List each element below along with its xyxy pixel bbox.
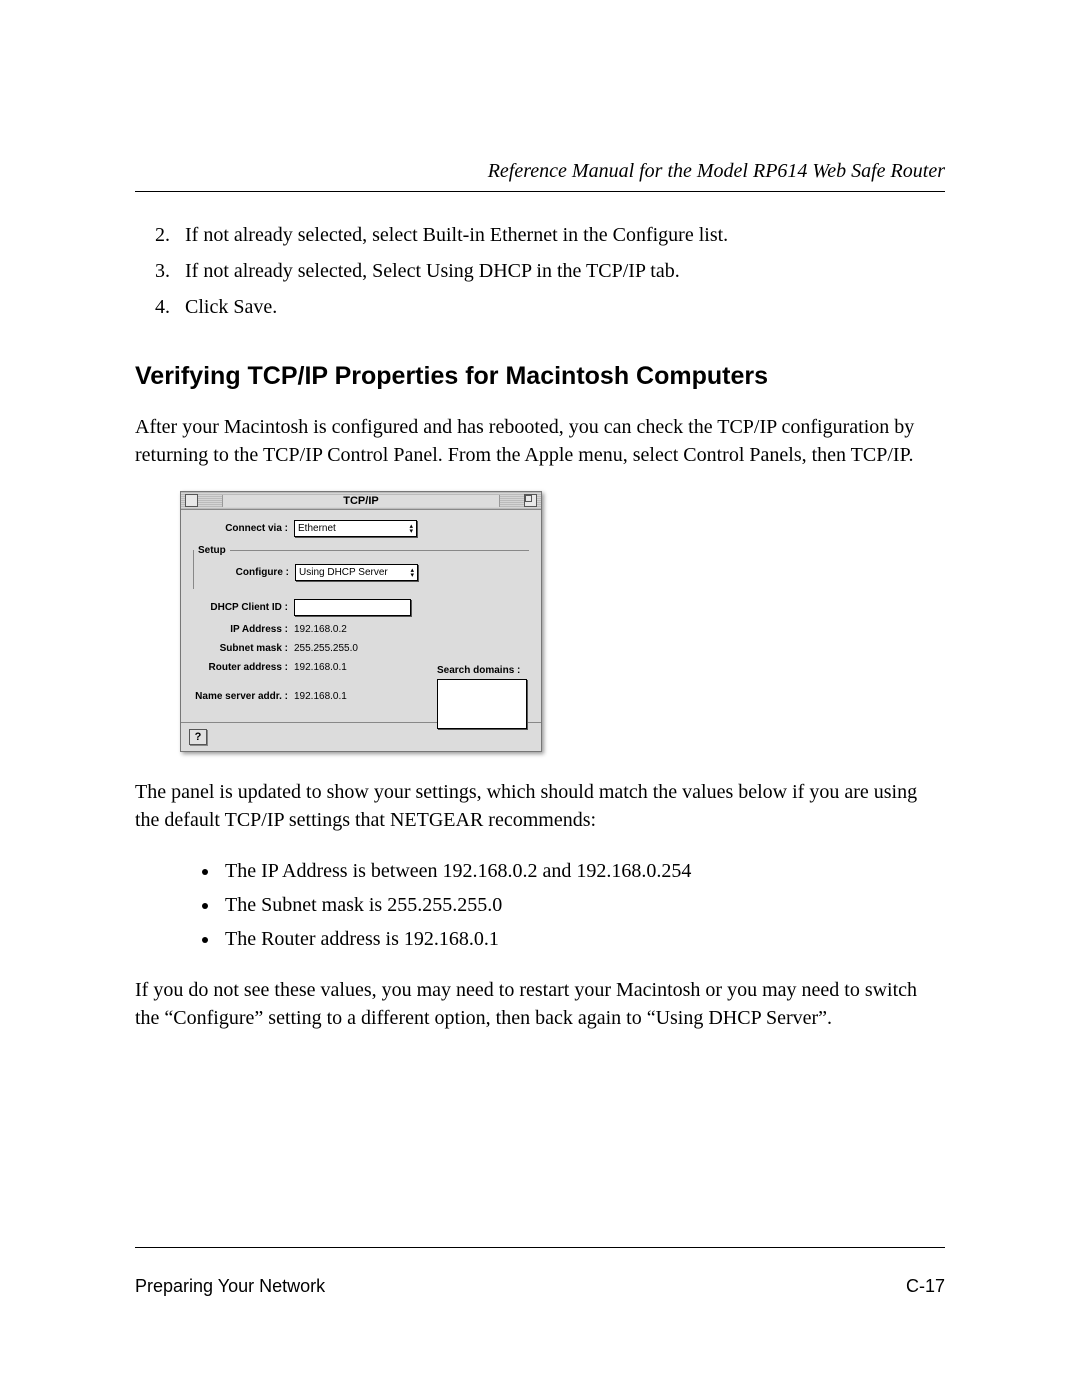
step-4: Click Save. [175, 292, 945, 322]
tcpip-control-panel: TCP/IP Connect via : Ethernet ▴▾ Setup C… [180, 491, 542, 752]
step-3: If not already selected, Select Using DH… [175, 256, 945, 286]
updown-icon: ▴▾ [410, 568, 414, 578]
label-search-domains: Search domains : [437, 665, 520, 676]
connect-via-value: Ethernet [298, 523, 336, 534]
step-2: If not already selected, select Built-in… [175, 220, 945, 250]
label-dhcp-client-id: DHCP Client ID : [193, 602, 294, 613]
row-configure: Configure : Using DHCP Server ▴▾ [194, 564, 529, 581]
header-rule [135, 191, 945, 192]
window-title: TCP/IP [222, 495, 500, 507]
search-domains-input[interactable] [437, 679, 527, 729]
page-footer: Preparing Your Network C-17 [135, 1247, 945, 1297]
zoom-icon[interactable] [524, 494, 537, 507]
help-button[interactable]: ? [189, 729, 207, 745]
row-subnet-mask: Subnet mask : 255.255.255.0 [193, 643, 529, 654]
bullet-router: The Router address is 192.168.0.1 [220, 924, 945, 954]
section-heading: Verifying TCP/IP Properties for Macintos… [135, 362, 945, 391]
configure-value: Using DHCP Server [299, 567, 388, 578]
row-ip-address: IP Address : 192.168.0.2 [193, 624, 529, 635]
running-header: Reference Manual for the Model RP614 Web… [135, 160, 945, 183]
settings-paragraph: The panel is updated to show your settin… [135, 778, 945, 834]
value-subnet-mask: 255.255.255.0 [294, 643, 358, 654]
configure-popup[interactable]: Using DHCP Server ▴▾ [295, 564, 418, 581]
close-icon[interactable] [185, 494, 198, 507]
label-subnet-mask: Subnet mask : [193, 643, 294, 654]
value-router-address: 192.168.0.1 [294, 662, 347, 673]
intro-paragraph: After your Macintosh is configured and h… [135, 413, 945, 469]
label-name-server: Name server addr. : [193, 691, 294, 702]
label-router-address: Router address : [193, 662, 294, 673]
search-domains-block: Search domains : [437, 665, 527, 729]
footer-rule [135, 1247, 945, 1248]
panel-body: Connect via : Ethernet ▴▾ Setup Configur… [181, 510, 541, 722]
settings-bullets: The IP Address is between 192.168.0.2 an… [135, 856, 945, 954]
setup-legend: Setup [194, 545, 230, 556]
connect-via-popup[interactable]: Ethernet ▴▾ [294, 520, 417, 537]
setup-group: Setup Configure : Using DHCP Server ▴▾ [193, 545, 529, 589]
bullet-subnet: The Subnet mask is 255.255.255.0 [220, 890, 945, 920]
bullet-ip: The IP Address is between 192.168.0.2 an… [220, 856, 945, 886]
numbered-steps: If not already selected, select Built-in… [135, 220, 945, 322]
label-connect-via: Connect via : [193, 523, 294, 534]
updown-icon: ▴▾ [409, 524, 413, 534]
document-page: Reference Manual for the Model RP614 Web… [0, 0, 1080, 1397]
row-connect-via: Connect via : Ethernet ▴▾ [193, 520, 529, 537]
row-dhcp-client-id: DHCP Client ID : [193, 599, 529, 616]
troubleshoot-paragraph: If you do not see these values, you may … [135, 976, 945, 1032]
dhcp-client-id-input[interactable] [294, 599, 411, 616]
label-ip-address: IP Address : [193, 624, 294, 635]
help-icon: ? [195, 731, 202, 743]
label-configure: Configure : [194, 567, 295, 578]
footer-page-number: C-17 [906, 1276, 945, 1297]
value-ip-address: 192.168.0.2 [294, 624, 347, 635]
footer-section: Preparing Your Network [135, 1276, 325, 1297]
value-name-server: 192.168.0.1 [294, 691, 347, 702]
window-titlebar[interactable]: TCP/IP [181, 492, 541, 510]
